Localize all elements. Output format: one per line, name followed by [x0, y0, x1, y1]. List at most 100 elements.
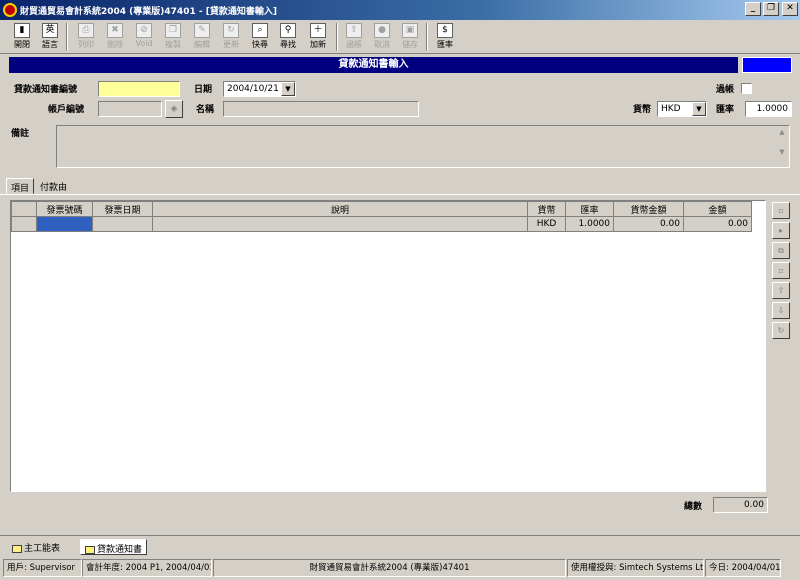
find-icon: ⚲: [280, 23, 296, 38]
toolbar-button-cancel[interactable]: ● 取消: [370, 22, 394, 52]
currency-cell[interactable]: HKD: [527, 216, 566, 232]
insert-row-button[interactable]: ▫: [772, 202, 790, 219]
date-label: 日期: [194, 85, 213, 95]
toolbar-button-void[interactable]: ⊘ Void: [132, 22, 156, 52]
status-fiscal-year: 會計年度: 2004 P1, 2004/04/01: [82, 559, 212, 577]
column-header-description[interactable]: 說明: [152, 201, 528, 217]
status-license: 使用權授與: Simtech Systems Ltd.: [567, 559, 704, 577]
toolbar-button-post[interactable]: ⇪ 過帳: [342, 22, 366, 52]
remarks-scrollbar[interactable]: ▲ ▼: [776, 127, 788, 165]
toolbar-button-print[interactable]: ⎙ 列印: [74, 22, 98, 52]
restore-button[interactable]: ❐: [763, 2, 779, 16]
toolbar-button-label: 開閉: [14, 40, 30, 49]
toolbar-button-exit[interactable]: ▮ 開閉: [10, 22, 34, 52]
column-header-invoice-no[interactable]: 發票號碼: [36, 201, 93, 217]
append-row-button[interactable]: ▸: [772, 222, 790, 239]
date-picker[interactable]: 2004/10/21 ▼: [223, 81, 296, 97]
toolbar-button-refresh[interactable]: ↻ 更新: [219, 22, 243, 52]
posted-checkbox[interactable]: [741, 83, 752, 94]
account-lookup-button[interactable]: ◈: [165, 100, 183, 118]
note-number-field[interactable]: [98, 81, 180, 97]
table-row[interactable]: HKD 1.0000 0.00 0.00: [11, 216, 752, 232]
chevron-down-icon[interactable]: ▼: [281, 82, 295, 96]
items-grid[interactable]: 發票號碼 發票日期 說明 貨幣 匯率 貨幣金額 金額 HKD 1.0000 0.…: [10, 200, 766, 492]
toolbar-button-save[interactable]: ▣ 儲存: [398, 22, 422, 52]
toolbar-button-label: 編輯: [194, 40, 210, 49]
title-bar[interactable]: 財貿通貿易會計系統2004 (專業版)47401 - [貸款通知書輸入] _ ❐…: [0, 0, 800, 20]
column-header-currency[interactable]: 貨幣: [527, 201, 566, 217]
bottom-divider: [0, 535, 800, 536]
copy-row-icon: ⧉: [778, 246, 784, 255]
bottom-tab-label: 主工能表: [24, 544, 61, 554]
toolbar-button-quick-find[interactable]: ⌕ 快尋: [248, 22, 272, 52]
status-app-name: 財貿通貿易會計系統2004 (專業版)47401: [213, 559, 566, 577]
copy-row-button[interactable]: ⧉: [772, 242, 790, 259]
bottom-tab-credit-note[interactable]: 貸款通知書: [80, 539, 148, 555]
toolbar-button-label: 快尋: [252, 40, 268, 49]
toolbar-button-new[interactable]: ＋ 加新: [306, 22, 330, 52]
invoice-date-cell[interactable]: [92, 216, 153, 232]
exit-icon: ▮: [14, 23, 30, 38]
minimize-button[interactable]: _: [745, 2, 761, 16]
print-icon: ⎙: [78, 23, 94, 38]
toolbar-button-label: 尋找: [280, 40, 296, 49]
total-label: 總數: [684, 502, 703, 512]
currency-select[interactable]: HKD ▼: [657, 101, 707, 117]
quick-find-icon: ⌕: [252, 23, 268, 38]
description-cell[interactable]: [152, 216, 528, 232]
toolbar-button-delete[interactable]: ✖ 刪除: [103, 22, 127, 52]
status-today: 今日: 2004/04/01: [705, 559, 781, 577]
account-number-label: 帳戶編號: [48, 105, 85, 115]
toolbar-button-language[interactable]: 英語言: [38, 22, 62, 52]
row-selector-cell[interactable]: [11, 216, 37, 232]
rate-label: 匯率: [716, 105, 735, 115]
account-number-field[interactable]: [98, 101, 162, 117]
column-header-rate[interactable]: 匯率: [565, 201, 614, 217]
toolbar-button-label: 過帳: [346, 40, 362, 49]
tab-paid-by[interactable]: 付款由: [36, 178, 71, 194]
column-header-invoice-date[interactable]: 發票日期: [92, 201, 153, 217]
currency-amount-cell[interactable]: 0.00: [613, 216, 684, 232]
append-row-icon: ▸: [778, 226, 783, 235]
void-icon: ⊘: [136, 23, 152, 38]
total-value: 0.00: [713, 497, 768, 513]
rate-cell[interactable]: 1.0000: [565, 216, 614, 232]
toolbar-button-label: 取消: [374, 40, 390, 49]
posted-label: 過帳: [716, 85, 735, 95]
exchange-rate-icon: $: [437, 23, 453, 38]
rate-field[interactable]: 1.0000: [745, 101, 792, 117]
save-icon: ▣: [402, 23, 418, 38]
bottom-tab-main-menu[interactable]: 主工能表: [8, 539, 64, 555]
column-header-amount[interactable]: 金額: [683, 201, 752, 217]
close-button[interactable]: ✕: [782, 2, 798, 16]
grid-header-row: 發票號碼 發票日期 說明 貨幣 匯率 貨幣金額 金額: [11, 201, 752, 217]
refresh-icon: ↻: [223, 23, 239, 38]
toolbar-button-copy[interactable]: ❐ 複製: [161, 22, 185, 52]
name-label: 名稱: [196, 105, 215, 115]
move-up-button[interactable]: ⇧: [772, 282, 790, 299]
invoice-no-cell[interactable]: [36, 216, 93, 232]
move-down-button[interactable]: ⇩: [772, 302, 790, 319]
column-header-currency-amount[interactable]: 貨幣金額: [613, 201, 684, 217]
refresh-row-button[interactable]: ↻: [772, 322, 790, 339]
toolbar-button-label: 複製: [165, 40, 181, 49]
toolbar-button-find[interactable]: ⚲ 尋找: [276, 22, 300, 52]
copy-icon: ❐: [165, 23, 181, 38]
bottom-tab-label: 貸款通知書: [97, 545, 143, 555]
name-field[interactable]: [223, 101, 419, 117]
delete-row-button[interactable]: ▫: [772, 262, 790, 279]
toolbar-button-label: Void: [135, 39, 153, 48]
app-icon[interactable]: [3, 3, 17, 17]
amount-cell[interactable]: 0.00: [683, 216, 752, 232]
remarks-textarea[interactable]: [56, 125, 790, 168]
tab-items[interactable]: 項目: [6, 178, 35, 194]
toolbar-button-label: 刪除: [107, 40, 123, 49]
toolbar-separator: [336, 23, 338, 51]
toolbar-button-edit[interactable]: ✎ 編輯: [190, 22, 214, 52]
currency-value: HKD: [661, 104, 681, 114]
toolbar-button-exchange-rate[interactable]: $ 匯率: [433, 22, 457, 52]
chevron-down-icon[interactable]: ▼: [692, 102, 706, 116]
items-table[interactable]: 發票號碼 發票日期 說明 貨幣 匯率 貨幣金額 金額 HKD 1.0000 0.…: [11, 201, 752, 232]
column-header-selector[interactable]: [11, 201, 37, 217]
cancel-icon: ●: [374, 23, 390, 38]
